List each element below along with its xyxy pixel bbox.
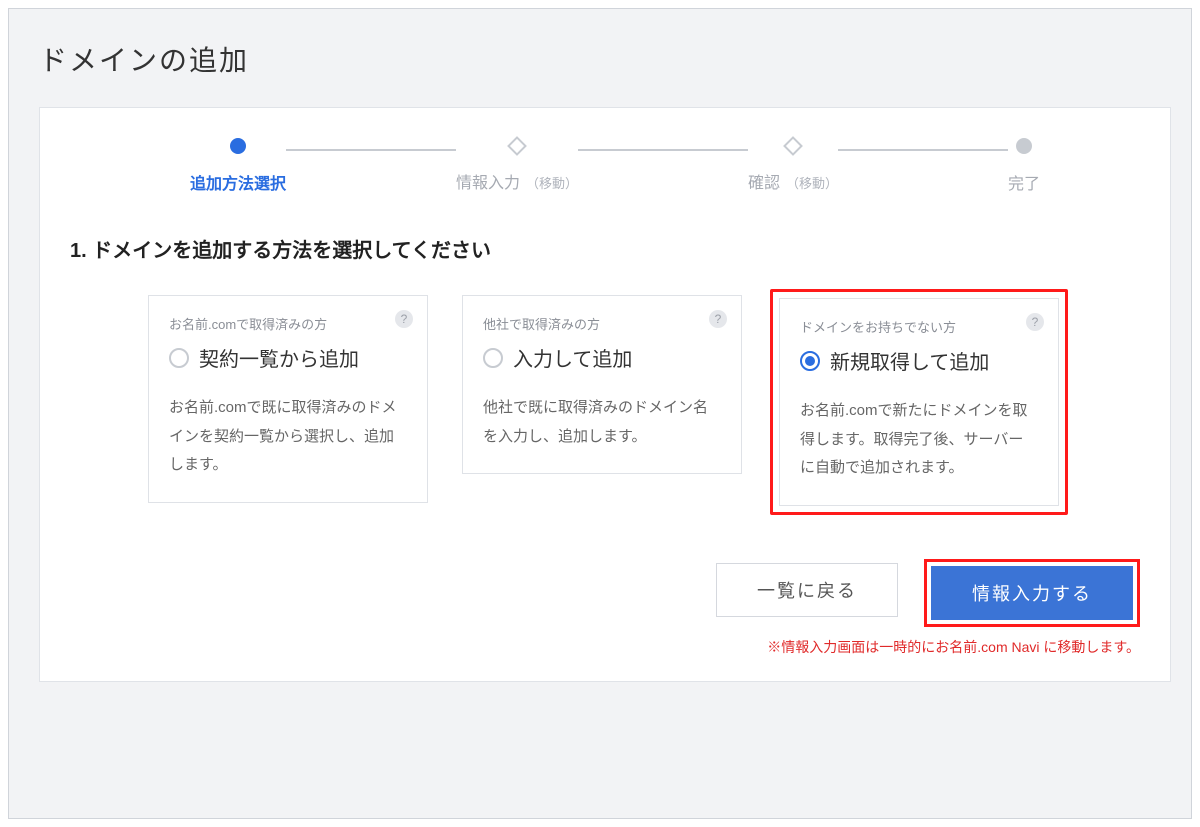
- card-subtitle: ドメインをお持ちでない方: [800, 317, 1038, 336]
- card-desc: 他社で既に取得済みのドメイン名を入力し、追加します。: [483, 394, 721, 451]
- step-dot-icon: [1016, 138, 1032, 154]
- card-wrap-2: ? 他社で取得済みの方 入力して追加 他社で既に取得済みのドメイン名を入力し、追…: [456, 289, 748, 515]
- step-label: 追加方法選択: [190, 170, 286, 194]
- radio-label: 契約一覧から追加: [199, 343, 359, 372]
- back-button[interactable]: 一覧に戻る: [716, 563, 898, 617]
- step-1: 追加方法選択: [190, 138, 286, 194]
- radio-label: 新規取得して追加: [830, 346, 989, 375]
- step-dot-icon: [230, 138, 246, 154]
- next-button[interactable]: 情報入力する: [931, 566, 1133, 620]
- card-subtitle: お名前.comで取得済みの方: [169, 314, 407, 333]
- help-icon[interactable]: ?: [709, 310, 727, 328]
- step-label: 完了: [1008, 170, 1040, 194]
- step-label: 情報入力: [456, 169, 520, 193]
- section-title: 1. ドメインを追加する方法を選択してください: [70, 234, 1140, 263]
- step-3: 確認 （移動）: [748, 139, 838, 193]
- help-icon[interactable]: ?: [1026, 313, 1044, 331]
- step-diamond-icon: [507, 136, 527, 156]
- card-wrap-1: ? お名前.comで取得済みの方 契約一覧から追加 お名前.comで既に取得済み…: [142, 289, 434, 515]
- card-wrap-3: ? ドメインをお持ちでない方 新規取得して追加 お名前.comで新たにドメインを…: [770, 289, 1068, 515]
- step-diamond-icon: [783, 136, 803, 156]
- main-panel: 追加方法選択 情報入力 （移動） 確認 （移動）: [39, 107, 1171, 682]
- next-button-wrap: 情報入力する: [924, 559, 1140, 627]
- option-card-existing-other[interactable]: ? 他社で取得済みの方 入力して追加 他社で既に取得済みのドメイン名を入力し、追…: [462, 295, 742, 474]
- step-sublabel: （移動）: [526, 173, 578, 192]
- option-cards: ? お名前.comで取得済みの方 契約一覧から追加 お名前.comで既に取得済み…: [70, 289, 1140, 515]
- card-desc: お名前.comで新たにドメインを取得します。取得完了後、サーバーに自動で追加され…: [800, 397, 1038, 483]
- step-4: 完了: [1008, 138, 1040, 194]
- radio-icon: [800, 351, 820, 371]
- step-2: 情報入力 （移動）: [456, 139, 578, 193]
- radio-row[interactable]: 契約一覧から追加: [169, 343, 407, 372]
- stepper-line: [286, 149, 456, 151]
- stepper-line: [578, 149, 748, 151]
- radio-row[interactable]: 新規取得して追加: [800, 346, 1038, 375]
- radio-icon: [483, 348, 503, 368]
- help-icon[interactable]: ?: [395, 310, 413, 328]
- page-container: ドメインの追加 追加方法選択 情報入力 （移動） 確認: [8, 8, 1192, 819]
- stepper-line: [838, 149, 1008, 151]
- card-desc: お名前.comで既に取得済みのドメインを契約一覧から選択し、追加します。: [169, 394, 407, 480]
- page-title: ドメインの追加: [39, 39, 1171, 79]
- option-card-existing-onamae[interactable]: ? お名前.comで取得済みの方 契約一覧から追加 お名前.comで既に取得済み…: [148, 295, 428, 503]
- radio-row[interactable]: 入力して追加: [483, 343, 721, 372]
- card-subtitle: 他社で取得済みの方: [483, 314, 721, 333]
- stepper: 追加方法選択 情報入力 （移動） 確認 （移動）: [190, 138, 1040, 194]
- step-sublabel: （移動）: [786, 173, 838, 192]
- radio-icon: [169, 348, 189, 368]
- option-card-new-domain[interactable]: ? ドメインをお持ちでない方 新規取得して追加 お名前.comで新たにドメインを…: [779, 298, 1059, 506]
- navigation-note: ※情報入力画面は一時的にお名前.com Navi に移動します。: [70, 637, 1140, 657]
- back-button-wrap: 一覧に戻る: [712, 559, 902, 621]
- action-buttons: 一覧に戻る 情報入力する: [70, 559, 1140, 627]
- radio-label: 入力して追加: [513, 343, 632, 372]
- step-label: 確認: [748, 169, 780, 193]
